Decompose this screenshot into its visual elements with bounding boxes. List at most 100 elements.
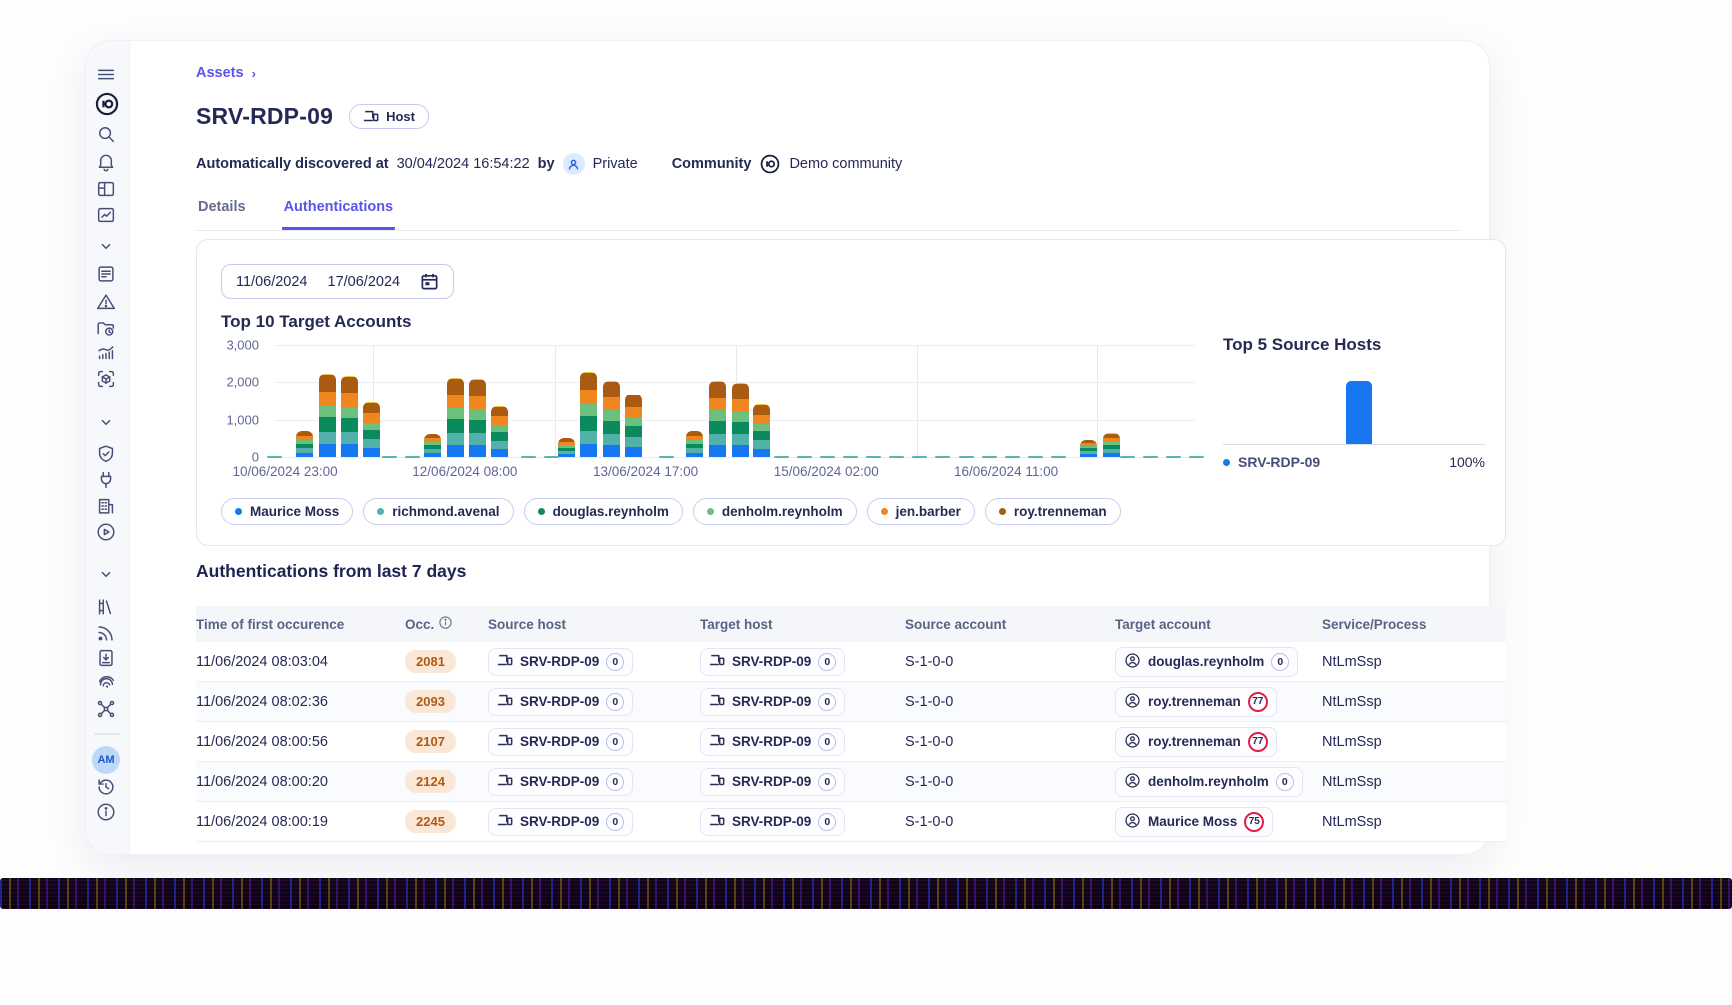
source-host-name: SRV-RDP-09: [520, 814, 599, 829]
bar-segment-jen-barber: [469, 396, 486, 409]
bar-segment-maurice-moss: [319, 444, 336, 457]
stacked-bar[interactable]: [603, 381, 620, 457]
network-icon[interactable]: [95, 698, 117, 720]
target-account-chip[interactable]: roy.trenneman77: [1115, 727, 1277, 757]
rss-icon[interactable]: [95, 622, 117, 644]
legend-dot: [538, 508, 545, 515]
target-host-count-badge: 0: [818, 813, 836, 831]
stacked-bar[interactable]: [709, 381, 726, 457]
target-host-chip[interactable]: SRV-RDP-090: [700, 808, 845, 836]
occurrences-info-icon[interactable]: [438, 615, 453, 633]
source-host-name: SRV-RDP-09: [520, 774, 599, 789]
legend-item-richmond-avenal[interactable]: richmond.avenal: [363, 498, 513, 525]
chart-square-icon[interactable]: [95, 204, 117, 226]
target-account-chip[interactable]: roy.trenneman77: [1115, 687, 1277, 717]
building-icon[interactable]: [95, 495, 117, 517]
stacked-bar[interactable]: [753, 404, 770, 457]
target-host-chip[interactable]: SRV-RDP-090: [700, 648, 845, 676]
table-row[interactable]: 11/06/2024 08:00:192245SRV-RDP-090SRV-RD…: [196, 802, 1506, 842]
bell-icon[interactable]: [95, 151, 117, 173]
cell-source-host: SRV-RDP-090: [488, 808, 700, 836]
authentications-table: Time of first occurenceOcc.Source hostTa…: [196, 606, 1506, 842]
breadcrumb-assets-link[interactable]: Assets: [196, 65, 244, 81]
stacked-bar[interactable]: [296, 431, 313, 457]
plug-icon[interactable]: [95, 469, 117, 491]
stacked-bar[interactable]: [447, 378, 464, 457]
target-host-chip[interactable]: SRV-RDP-090: [700, 728, 845, 756]
stacked-bar[interactable]: [424, 434, 441, 457]
stacked-bar[interactable]: [1080, 440, 1097, 457]
cell-target-account: douglas.reynholm0: [1115, 647, 1322, 677]
play-circle-icon[interactable]: [95, 521, 117, 543]
legend-item-denholm-reynholm[interactable]: denholm.reynholm: [693, 498, 857, 525]
fingerprint-icon[interactable]: [95, 672, 117, 694]
bar-segment-maurice-moss: [732, 445, 749, 457]
target-account-chip[interactable]: Maurice Moss75: [1115, 807, 1273, 837]
legend-item-roy-trenneman[interactable]: roy.trenneman: [985, 498, 1121, 525]
shield-check-icon[interactable]: [95, 443, 117, 465]
stacked-bar[interactable]: [686, 431, 703, 457]
baseline-dash: [1189, 456, 1204, 459]
source-host-chip[interactable]: SRV-RDP-090: [488, 728, 633, 756]
report-doc-icon[interactable]: [95, 647, 117, 669]
table-row[interactable]: 11/06/2024 08:03:042081SRV-RDP-090SRV-RD…: [196, 642, 1506, 682]
history-icon[interactable]: [95, 776, 117, 798]
source-host-chip[interactable]: SRV-RDP-090: [488, 808, 633, 836]
scan-cube-icon[interactable]: [95, 368, 117, 390]
table-row[interactable]: 11/06/2024 08:02:362093SRV-RDP-090SRV-RD…: [196, 682, 1506, 722]
legend-host-value: 100%: [1449, 454, 1485, 470]
table-row[interactable]: 11/06/2024 08:00:562107SRV-RDP-090SRV-RD…: [196, 722, 1506, 762]
chevron-down-icon[interactable]: [95, 411, 117, 433]
layout-columns-icon[interactable]: [95, 178, 117, 200]
target-account-chip[interactable]: douglas.reynholm0: [1115, 647, 1298, 677]
tab-authentications[interactable]: Authentications: [282, 189, 396, 230]
legend-item-douglas-reynholm[interactable]: douglas.reynholm: [524, 498, 683, 525]
source-host-chip[interactable]: SRV-RDP-090: [488, 648, 633, 676]
stacked-bar[interactable]: [1103, 433, 1120, 457]
target-host-chip[interactable]: SRV-RDP-090: [700, 768, 845, 796]
source-host-bar[interactable]: [1346, 381, 1372, 444]
stacked-bar[interactable]: [580, 372, 597, 457]
alert-triangle-icon[interactable]: [95, 291, 117, 313]
stacked-bar[interactable]: [363, 402, 380, 457]
stacked-bar[interactable]: [732, 383, 749, 457]
host-icon: [709, 774, 725, 790]
target-account-chip[interactable]: denholm.reynholm0: [1115, 767, 1303, 797]
authentications-chart-card: 11/06/2024 17/06/2024 Top 10 Target Acco…: [196, 239, 1506, 546]
search-icon[interactable]: [95, 123, 117, 145]
tab-details[interactable]: Details: [196, 189, 248, 230]
bar-segment-jen-barber: [753, 415, 770, 424]
legend-item-jen-barber[interactable]: jen.barber: [867, 498, 975, 525]
person-icon: [1124, 812, 1141, 832]
occurrence-count-badge: 2093: [405, 690, 456, 713]
host-icon: [497, 814, 513, 830]
date-range-picker[interactable]: 11/06/2024 17/06/2024: [221, 264, 454, 299]
library-icon[interactable]: [95, 596, 117, 618]
info-icon[interactable]: [95, 801, 117, 823]
host-icon: [709, 694, 725, 710]
stacked-bar[interactable]: [469, 379, 486, 457]
user-avatar[interactable]: AM: [92, 746, 120, 774]
column-header-label: Target account: [1115, 617, 1211, 632]
table-row[interactable]: 11/06/2024 08:00:202124SRV-RDP-090SRV-RD…: [196, 762, 1506, 802]
stacked-bar[interactable]: [625, 394, 642, 457]
chevron-down-icon[interactable]: [95, 235, 117, 257]
stacked-bar[interactable]: [558, 438, 575, 457]
target-host-count-badge: 0: [818, 733, 836, 751]
source-host-chip[interactable]: SRV-RDP-090: [488, 688, 633, 716]
folder-clock-icon[interactable]: [95, 318, 117, 340]
stacked-bar[interactable]: [491, 406, 508, 457]
clipboard-list-icon[interactable]: [95, 263, 117, 285]
main-content: Assets › SRV-RDP-09 Host Automatically d…: [130, 41, 1489, 854]
stacked-bar[interactable]: [319, 374, 336, 457]
menu-icon[interactable]: [95, 63, 117, 85]
source-host-chip[interactable]: SRV-RDP-090: [488, 768, 633, 796]
logo-io-icon[interactable]: [94, 91, 120, 117]
chevron-down-icon[interactable]: [95, 563, 117, 585]
cell-service: NtLmSsp: [1322, 774, 1506, 790]
stacked-bar[interactable]: [341, 376, 358, 457]
stats-icon[interactable]: [95, 342, 117, 364]
calendar-icon[interactable]: [420, 272, 439, 291]
target-host-chip[interactable]: SRV-RDP-090: [700, 688, 845, 716]
legend-item-maurice-moss[interactable]: Maurice Moss: [221, 498, 353, 525]
